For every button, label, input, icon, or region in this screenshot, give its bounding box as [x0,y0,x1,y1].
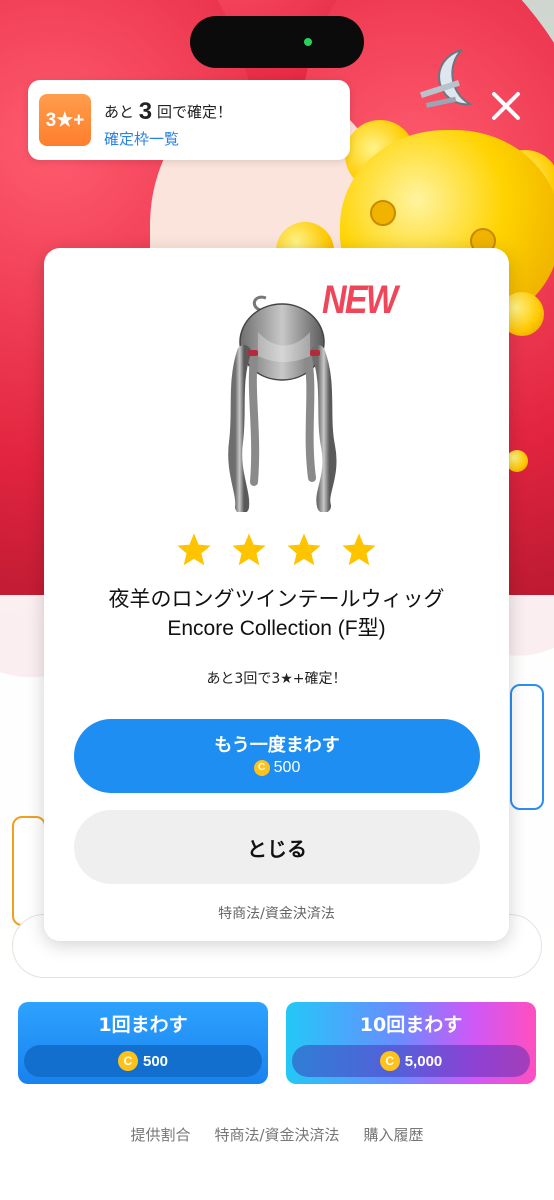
single-spin-button[interactable]: 1回まわす C 500 [18,1002,268,1084]
drop-rates-link[interactable]: 提供割合 [130,1124,190,1145]
close-button[interactable]: とじる [74,810,480,884]
gacha-result-modal: NEW 夜羊のロングツインテールウィッグ Encore Collection (… [44,248,509,941]
camera-indicator-icon [304,38,312,46]
dynamic-island [190,16,364,68]
purchase-history-link[interactable]: 購入履歴 [364,1124,424,1145]
star-icon [230,531,268,569]
item-image-wig [214,292,354,514]
close-icon[interactable] [488,88,524,124]
legal-link[interactable]: 特商法/資金決済法 [214,1124,339,1145]
coin-icon: C [117,1051,138,1071]
item-name: 夜羊のロングツインテールウィッグ Encore Collection (F型) [108,587,445,640]
footer-links: 提供割合 特商法/資金決済法 購入履歴 [0,1124,554,1145]
star-icon [285,531,323,569]
moon-ornament-icon [418,42,496,126]
guarantee-count-text: あと 3 回で確定！ [104,98,232,125]
guarantee-notice: 3★+ あと 3 回で確定！ 確定枠一覧 [28,80,350,160]
spin-again-button[interactable]: もう一度まわす C 500 [74,719,480,793]
coin-icon: C [253,760,270,776]
star-icon [175,531,213,569]
rarity-badge: 3★+ [39,94,91,146]
guarantee-list-link[interactable]: 確定枠一覧 [104,128,179,149]
remaining-guarantee-text: あと3回で3★+確定！ [206,671,347,687]
ten-spin-button[interactable]: 10回まわす C 5,000 [286,1002,536,1084]
star-icon [340,531,378,569]
rarity-stars [44,531,509,569]
legal-notice-link[interactable]: 特商法/資金決済法 [44,903,509,923]
coin-icon: C [379,1051,400,1071]
